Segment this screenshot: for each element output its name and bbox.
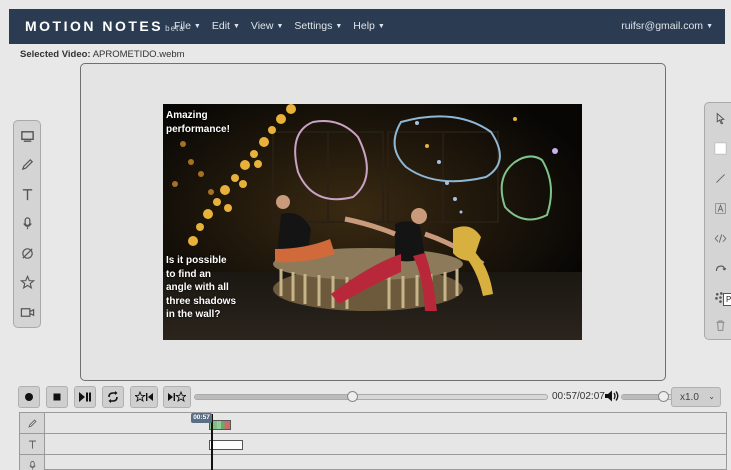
redo-tool[interactable]	[707, 255, 731, 281]
trash-icon	[715, 320, 725, 331]
code-icon	[714, 233, 726, 243]
text-box-icon	[714, 202, 726, 214]
microphone-icon	[28, 460, 36, 470]
caret-down-icon: ▼	[193, 23, 201, 30]
seek-bar-thumb[interactable]	[347, 391, 359, 402]
no-draw-icon	[21, 247, 33, 259]
star-icon	[19, 274, 35, 289]
camera-tool[interactable]	[14, 299, 40, 325]
caret-down-icon: ▼	[377, 23, 385, 30]
audio-tool[interactable]	[14, 210, 40, 236]
select-tool[interactable]	[707, 105, 731, 131]
caret-down-icon: ▼	[706, 23, 713, 30]
rectangle-tool[interactable]	[707, 135, 731, 161]
main-menu: File ▼ Edit ▼ View ▼ Settings ▼ Help ▼	[174, 20, 396, 32]
embed-tool[interactable]	[707, 225, 731, 251]
text-icon	[28, 440, 36, 449]
line-tool[interactable]	[707, 165, 731, 191]
text-icon	[22, 188, 32, 200]
timeline-clip-text[interactable]	[209, 440, 243, 450]
pen-tool[interactable]	[14, 151, 40, 177]
seek-bar-fill	[195, 395, 354, 399]
record-icon	[25, 393, 33, 401]
annotation-timeline[interactable]	[19, 412, 727, 470]
camera-icon	[20, 307, 34, 317]
annotation-text-1[interactable]: Amazing performance!	[166, 109, 246, 136]
selected-video-filename: APROMETIDO.webm	[92, 49, 185, 60]
timeline-track-text[interactable]	[20, 434, 726, 455]
pointer-icon	[716, 112, 725, 124]
record-button[interactable]	[18, 386, 40, 408]
tool-tooltip: P	[723, 293, 731, 306]
timeline-track-drawing[interactable]	[20, 413, 726, 434]
square-icon	[713, 141, 727, 155]
redo-icon	[715, 265, 726, 271]
track-microphone-icon	[20, 455, 45, 470]
loop-button[interactable]	[102, 386, 124, 408]
player-controls: 00:57/02:07 x1.0 ⌄	[18, 386, 730, 410]
play-pause-icon	[79, 392, 91, 402]
track-text-icon	[20, 434, 45, 454]
seek-bar[interactable]	[194, 391, 548, 402]
menu-edit[interactable]: Edit ▼	[212, 20, 240, 32]
stop-icon	[53, 393, 61, 401]
timeline-track-audio[interactable]	[20, 455, 726, 470]
previous-favorite-button[interactable]	[130, 386, 158, 408]
menu-settings[interactable]: Settings ▼	[294, 20, 342, 32]
stop-button[interactable]	[46, 386, 68, 408]
volume-slider-thumb[interactable]	[658, 391, 669, 402]
menu-view[interactable]: View ▼	[251, 20, 284, 32]
presentation-tool[interactable]	[14, 123, 40, 149]
video-player[interactable]: Amazing performance! Is it possible to f…	[163, 104, 582, 340]
star-next-icon	[168, 391, 186, 403]
text-box-tool[interactable]	[707, 195, 731, 221]
favorite-tool[interactable]	[14, 269, 40, 295]
menu-file[interactable]: File ▼	[174, 20, 201, 32]
caret-down-icon: ▼	[276, 23, 284, 30]
track-pen-icon	[20, 413, 45, 433]
line-icon	[715, 173, 725, 183]
volume-icon[interactable]	[604, 389, 620, 403]
loop-icon	[108, 391, 118, 403]
left-toolbar	[13, 120, 41, 328]
annotation-text-2[interactable]: Is it possible to find an angle with all…	[166, 254, 238, 322]
caret-down-icon: ▼	[232, 23, 240, 30]
eraser-tool[interactable]	[14, 240, 40, 266]
playhead-time-label: 00:57	[191, 413, 212, 423]
presentation-icon	[20, 130, 34, 142]
selected-video-info: Selected Video: APROMETIDO.webm	[20, 49, 185, 60]
top-navbar: MOTION NOTES beta File ▼ Edit ▼ View ▼ Setti…	[9, 9, 725, 44]
microphone-icon	[22, 216, 32, 229]
chevron-down-icon: ⌄	[708, 392, 715, 401]
motion-notes-app: MOTION NOTES beta File ▼ Edit ▼ View ▼ Setti…	[0, 0, 731, 470]
pen-icon	[21, 158, 33, 170]
selected-video-label: Selected Video:	[20, 49, 91, 60]
delete-tool[interactable]	[707, 312, 731, 338]
star-prev-icon	[135, 391, 153, 403]
user-account-menu[interactable]: ruifsr@gmail.com ▼	[621, 20, 713, 32]
play-pause-button[interactable]	[74, 386, 96, 408]
playback-speed-select[interactable]: x1.0 ⌄	[671, 387, 721, 407]
menu-help[interactable]: Help ▼	[353, 20, 385, 32]
brand-logo[interactable]: MOTION NOTES beta	[25, 18, 185, 34]
caret-down-icon: ▼	[335, 23, 343, 30]
timecode: 00:57/02:07	[552, 391, 605, 402]
text-tool[interactable]	[14, 181, 40, 207]
pen-icon	[27, 418, 37, 428]
next-favorite-button[interactable]	[163, 386, 191, 408]
